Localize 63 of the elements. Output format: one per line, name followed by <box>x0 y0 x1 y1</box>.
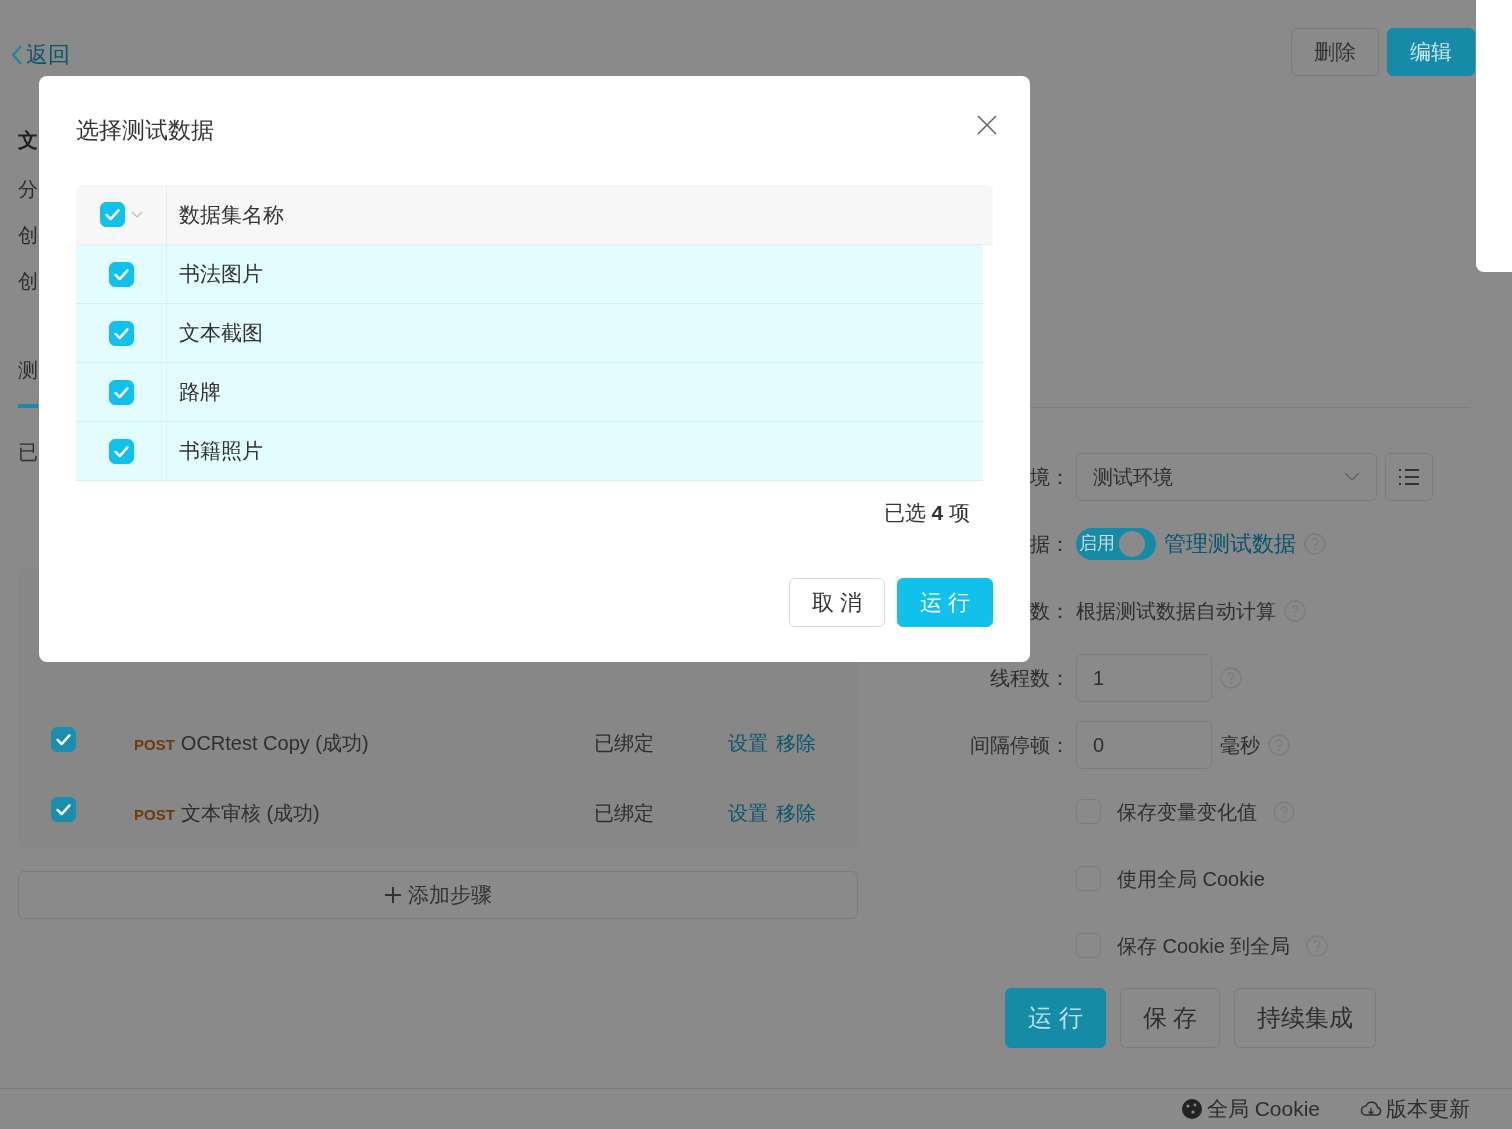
column-header: 数据集名称 <box>178 201 284 228</box>
page-title: 文 <box>18 128 38 153</box>
chevron-down-icon <box>1344 471 1360 482</box>
checkbox[interactable] <box>99 202 125 227</box>
cancel-button[interactable]: 取 消 <box>788 578 885 627</box>
cookie-icon <box>1180 1098 1203 1120</box>
run-button[interactable]: 运 行 <box>1005 988 1106 1048</box>
checkbox[interactable] <box>108 379 134 405</box>
edit-button[interactable]: 编辑 <box>1387 28 1475 76</box>
save-button[interactable]: 保 存 <box>1119 988 1221 1048</box>
remove-link[interactable]: 移除 <box>776 728 816 758</box>
option-label: 使用全局 Cookie <box>1117 866 1265 892</box>
modal-title: 选择测试数据 <box>76 116 214 145</box>
selection-count: 已选 4 项 <box>882 500 971 526</box>
chevron-down-icon <box>130 210 143 219</box>
select-value: 测试环境 <box>1093 464 1173 490</box>
option-label: 保存变量变化值 <box>1117 799 1257 825</box>
run-button[interactable]: 运 行 <box>896 578 993 627</box>
delete-button[interactable]: 删除 <box>1291 28 1379 76</box>
checkbox[interactable] <box>108 320 134 346</box>
back-link[interactable]: 返回 <box>10 38 70 71</box>
step-name: OCRtest Copy (成功) <box>180 732 369 754</box>
version-update-link[interactable]: 版本更新 <box>1360 1093 1470 1125</box>
table-cell-text: 路牌 <box>178 379 221 406</box>
remove-link[interactable]: 移除 <box>776 798 816 828</box>
table-cell-text: 文本截图 <box>178 320 263 347</box>
manage-data-link[interactable]: 管理测试数据 <box>1164 527 1296 560</box>
option-label: 保存 Cookie 到全局 <box>1117 933 1291 959</box>
ci-button[interactable]: 持续集成 <box>1234 988 1377 1048</box>
checkbox[interactable] <box>108 261 134 287</box>
table-cell-text: 书法图片 <box>178 261 263 288</box>
info-line: 分 <box>18 177 38 202</box>
form-label: 境： <box>1030 464 1070 490</box>
chevron-left-icon <box>10 43 24 66</box>
toggle-switch[interactable]: 启用 <box>1076 527 1156 560</box>
info-line: 创 <box>18 223 38 248</box>
checkbox[interactable] <box>51 796 76 822</box>
add-step-button[interactable]: 添加步骤 <box>18 871 858 919</box>
form-label: 间隔停顿： <box>970 732 1070 758</box>
method-tag: POST <box>134 806 175 823</box>
status-text: 已绑定 <box>594 801 655 826</box>
settings-link[interactable]: 设置 <box>728 728 768 758</box>
global-cookie-link[interactable]: 全局 Cookie <box>1180 1093 1320 1125</box>
form-label: 线程数： <box>990 665 1070 691</box>
interval-input[interactable]: 0 <box>1076 720 1212 769</box>
info-line: 创 <box>18 269 38 294</box>
method-tag: POST <box>134 736 175 753</box>
iterations-text: 根据测试数据自动计算 <box>1076 598 1276 624</box>
form-label: 据： <box>1030 531 1070 557</box>
step-name: 文本审核 (成功) <box>180 802 320 824</box>
threads-input[interactable]: 1 <box>1076 653 1212 702</box>
summary-text: 已 <box>18 440 38 465</box>
list-icon <box>1398 467 1420 486</box>
checkbox[interactable] <box>108 438 134 464</box>
unit-text: 毫秒 <box>1220 732 1260 758</box>
settings-link[interactable]: 设置 <box>728 798 768 828</box>
table-cell-text: 书籍照片 <box>178 438 263 465</box>
list-button[interactable] <box>1385 452 1433 501</box>
plus-icon <box>384 886 402 904</box>
form-label: 数： <box>1030 598 1070 624</box>
status-text: 已绑定 <box>594 731 655 756</box>
environment-select[interactable]: 测试环境 <box>1076 452 1377 501</box>
checkbox[interactable] <box>51 726 76 752</box>
